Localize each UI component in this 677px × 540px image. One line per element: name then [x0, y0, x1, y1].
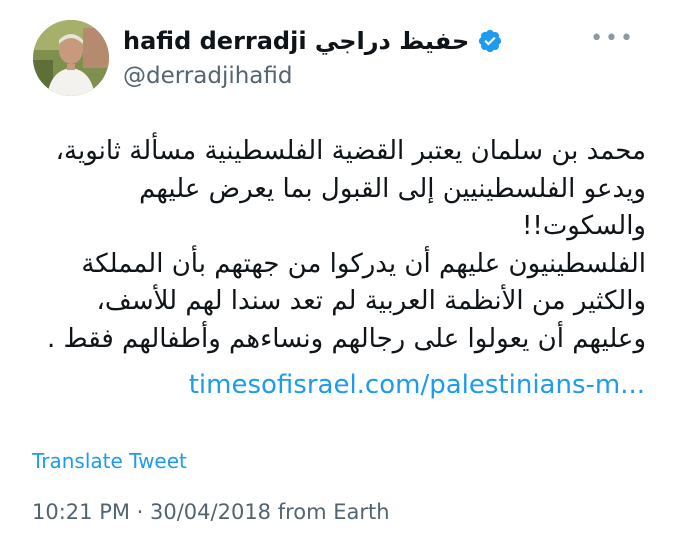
profile-photo-icon [33, 20, 109, 96]
tweet-paragraph-2: الفلسطينيون عليهم أن يدركوا من جهتهم بأن… [46, 248, 646, 354]
tweet-paragraph-1: محمد بن سلمان يعتبر القضية الفلسطينية مس… [55, 136, 646, 241]
translate-tweet-link[interactable]: Translate Tweet [32, 447, 187, 475]
verified-badge-icon [477, 28, 503, 54]
tweet-timestamp[interactable]: 10:21 PM · 30/04/2018 from Earth [32, 498, 390, 526]
tweet-card: hafid derradji حفيظ دراجي @derradjihafid… [0, 0, 677, 540]
author-name-row[interactable]: hafid derradji حفيظ دراجي [123, 26, 503, 56]
more-options-icon[interactable]: ••• [590, 28, 635, 50]
avatar[interactable] [33, 20, 109, 96]
tweet-link[interactable]: timesofisrael.com/palestinians-m... [189, 367, 645, 403]
tweet-text: محمد بن سلمان يعتبر القضية الفلسطينية مس… [32, 133, 646, 358]
author-handle[interactable]: @derradjihafid [123, 61, 293, 91]
author-display-name[interactable]: hafid derradji حفيظ دراجي [123, 26, 469, 56]
